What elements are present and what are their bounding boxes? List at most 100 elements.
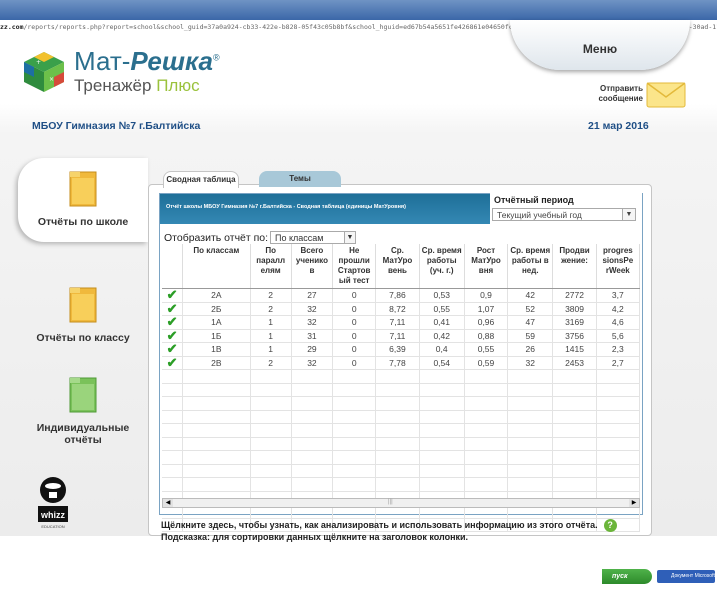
- table-header-row: По классам По паралл елям Всего ученико вН…: [162, 244, 641, 289]
- column-header[interactable]: Всего ученико в: [291, 244, 334, 289]
- sort-hint: Подсказка: для сортировки данных щёлкнит…: [161, 532, 469, 542]
- checkmark-icon: ✔: [162, 315, 184, 330]
- svg-text:+: +: [36, 59, 41, 66]
- table-cell: 42: [507, 288, 554, 303]
- table-cell: 7,11: [375, 329, 420, 343]
- summary-table: По классам По паралл елям Всего ученико вН…: [162, 244, 641, 532]
- table-cell: 1В: [182, 342, 251, 357]
- period-dropdown[interactable]: Текущий учебный год ▼: [492, 208, 636, 221]
- column-header[interactable]: Рост МатУро вня: [464, 244, 509, 289]
- table-cell: 0: [332, 356, 377, 370]
- column-header[interactable]: Ср. время работы (уч. г.): [419, 244, 465, 289]
- folder-icon: [69, 377, 97, 413]
- column-header[interactable]: progres sionsPe rWeek: [596, 244, 641, 289]
- column-header[interactable]: Ср. время работы в нед.: [507, 244, 554, 289]
- table-cell: 32: [507, 356, 554, 370]
- table-cell: 26: [507, 342, 554, 357]
- table-row[interactable]: ✔ 2Б 2 32 0 8,72 0,55 1,07 52 3809 4,2: [162, 302, 641, 316]
- sidebar-item-label: Отчёты по классу: [36, 332, 130, 344]
- column-header[interactable]: По паралл елям: [250, 244, 292, 289]
- send-message-label[interactable]: Отправить сообщение: [588, 84, 643, 104]
- table-cell: 0: [332, 329, 377, 343]
- svg-text:EDUCATION: EDUCATION: [41, 524, 64, 529]
- table-cell: 59: [507, 329, 554, 343]
- svg-text:×: ×: [49, 76, 54, 83]
- table-cell: 1415: [552, 342, 597, 357]
- sidebar-item-individual-reports[interactable]: Индивидуальные отчёты: [18, 372, 148, 452]
- sidebar-item-school-reports[interactable]: Отчёты по школе: [18, 158, 148, 242]
- table-cell: 0: [332, 302, 377, 316]
- app-window: + × Мат-Решка® Тренажёр Плюс Меню Отправ…: [0, 20, 717, 542]
- table-cell: 8,72: [375, 302, 420, 316]
- table-cell: 2Б: [182, 302, 251, 316]
- table-cell: 31: [291, 329, 334, 343]
- menu-button[interactable]: Меню: [510, 20, 690, 70]
- filter-dropdown[interactable]: По классам ▼: [270, 231, 356, 244]
- table-cell: 1А: [182, 315, 251, 330]
- table-cell: 0,96: [464, 315, 509, 330]
- scroll-left-icon[interactable]: ◀: [163, 499, 173, 507]
- table-cell: 0,88: [464, 329, 509, 343]
- folder-icon: [69, 287, 97, 323]
- empty-table-row: [162, 396, 641, 411]
- column-header[interactable]: [162, 244, 184, 289]
- table-cell: 1: [250, 342, 292, 357]
- period-selector: Отчётный период Текущий учебный год ▼: [490, 192, 642, 226]
- table-cell: 4,6: [596, 315, 641, 330]
- column-header[interactable]: По классам: [182, 244, 251, 289]
- table-cell: 1,07: [464, 302, 509, 316]
- table-cell: 5,6: [596, 329, 641, 343]
- checkmark-icon: ✔: [162, 288, 184, 303]
- filter-label: Отобразить отчёт по:: [164, 232, 269, 244]
- table-cell: 7,78: [375, 356, 420, 370]
- report-caption: Отчёт школы МБОУ Гимназия №7 г.Балтийска…: [166, 204, 406, 210]
- envelope-icon[interactable]: [646, 82, 686, 108]
- table-cell: 2В: [182, 356, 251, 370]
- table-row[interactable]: ✔ 1Б 1 31 0 7,11 0,42 0,88 59 3756 5,6: [162, 329, 641, 343]
- table-cell: 2: [250, 302, 292, 316]
- table-cell: 3169: [552, 315, 597, 330]
- table-row[interactable]: ✔ 1А 1 32 0 7,11 0,41 0,96 47 3169 4,6: [162, 315, 641, 330]
- empty-table-row: [162, 383, 641, 397]
- table-row[interactable]: ✔ 2В 2 32 0 7,78 0,54 0,59 32 2453 2,7: [162, 356, 641, 370]
- table-cell: 29: [291, 342, 334, 357]
- help-icon[interactable]: ?: [603, 519, 617, 532]
- table-cell: 0: [332, 342, 377, 357]
- start-button[interactable]: пуск: [602, 569, 652, 584]
- table-cell: 0,54: [419, 356, 465, 370]
- sidebar-item-class-reports[interactable]: Отчёты по классу: [18, 282, 148, 352]
- taskbar: пуск Документ Microsoft ...: [597, 536, 717, 592]
- help-link[interactable]: Щёлкните здесь, чтобы узнать, как анализ…: [161, 520, 598, 530]
- taskbar-document-button[interactable]: Документ Microsoft ...: [657, 570, 715, 592]
- help-hint[interactable]: Щёлкните здесь, чтобы узнать, как анализ…: [161, 519, 617, 543]
- table-cell: 1: [250, 329, 292, 343]
- table-row[interactable]: ✔ 2А 2 27 0 7,86 0,53 0,9 42 2772 3,7: [162, 288, 641, 303]
- table-cell: 0,59: [464, 356, 509, 370]
- column-header[interactable]: Ср. МатУро вень: [375, 244, 420, 289]
- table-cell: 0,41: [419, 315, 465, 330]
- scroll-right-icon[interactable]: ▶: [629, 499, 639, 507]
- checkmark-icon: ✔: [162, 356, 184, 370]
- table-cell: 0,53: [419, 288, 465, 303]
- table-cell: 0,55: [464, 342, 509, 357]
- table-cell: 2453: [552, 356, 597, 370]
- empty-table-row: [162, 423, 641, 438]
- column-header[interactable]: Не прошли Стартов ый тест: [332, 244, 377, 289]
- table-cell: 3809: [552, 302, 597, 316]
- table-cell: 2,7: [596, 356, 641, 370]
- table-cell: 1Б: [182, 329, 251, 343]
- report-panel: Сводная таблица Темы Отчёт школы МБОУ Ги…: [148, 171, 652, 542]
- table-row[interactable]: ✔ 1В 1 29 0 6,39 0,4 0,55 26 1415 2,3: [162, 342, 641, 357]
- tab-summary-table[interactable]: Сводная таблица: [163, 171, 239, 188]
- dropdown-arrow-icon[interactable]: ▼: [344, 232, 355, 243]
- table-cell: 2: [250, 288, 292, 303]
- logo-title: Мат-Решка®: [74, 46, 220, 76]
- dropdown-arrow-icon[interactable]: ▼: [622, 209, 635, 220]
- logo-cube-icon: + ×: [24, 52, 64, 92]
- horizontal-scrollbar[interactable]: ◀ ||| ▶: [162, 498, 640, 508]
- column-header[interactable]: Продви жение:: [552, 244, 597, 289]
- sidebar-item-label: Отчёты по школе: [37, 216, 129, 228]
- table-cell: 2772: [552, 288, 597, 303]
- whizz-logo: whizz EDUCATION: [38, 477, 68, 529]
- tab-topics[interactable]: Темы: [259, 171, 341, 187]
